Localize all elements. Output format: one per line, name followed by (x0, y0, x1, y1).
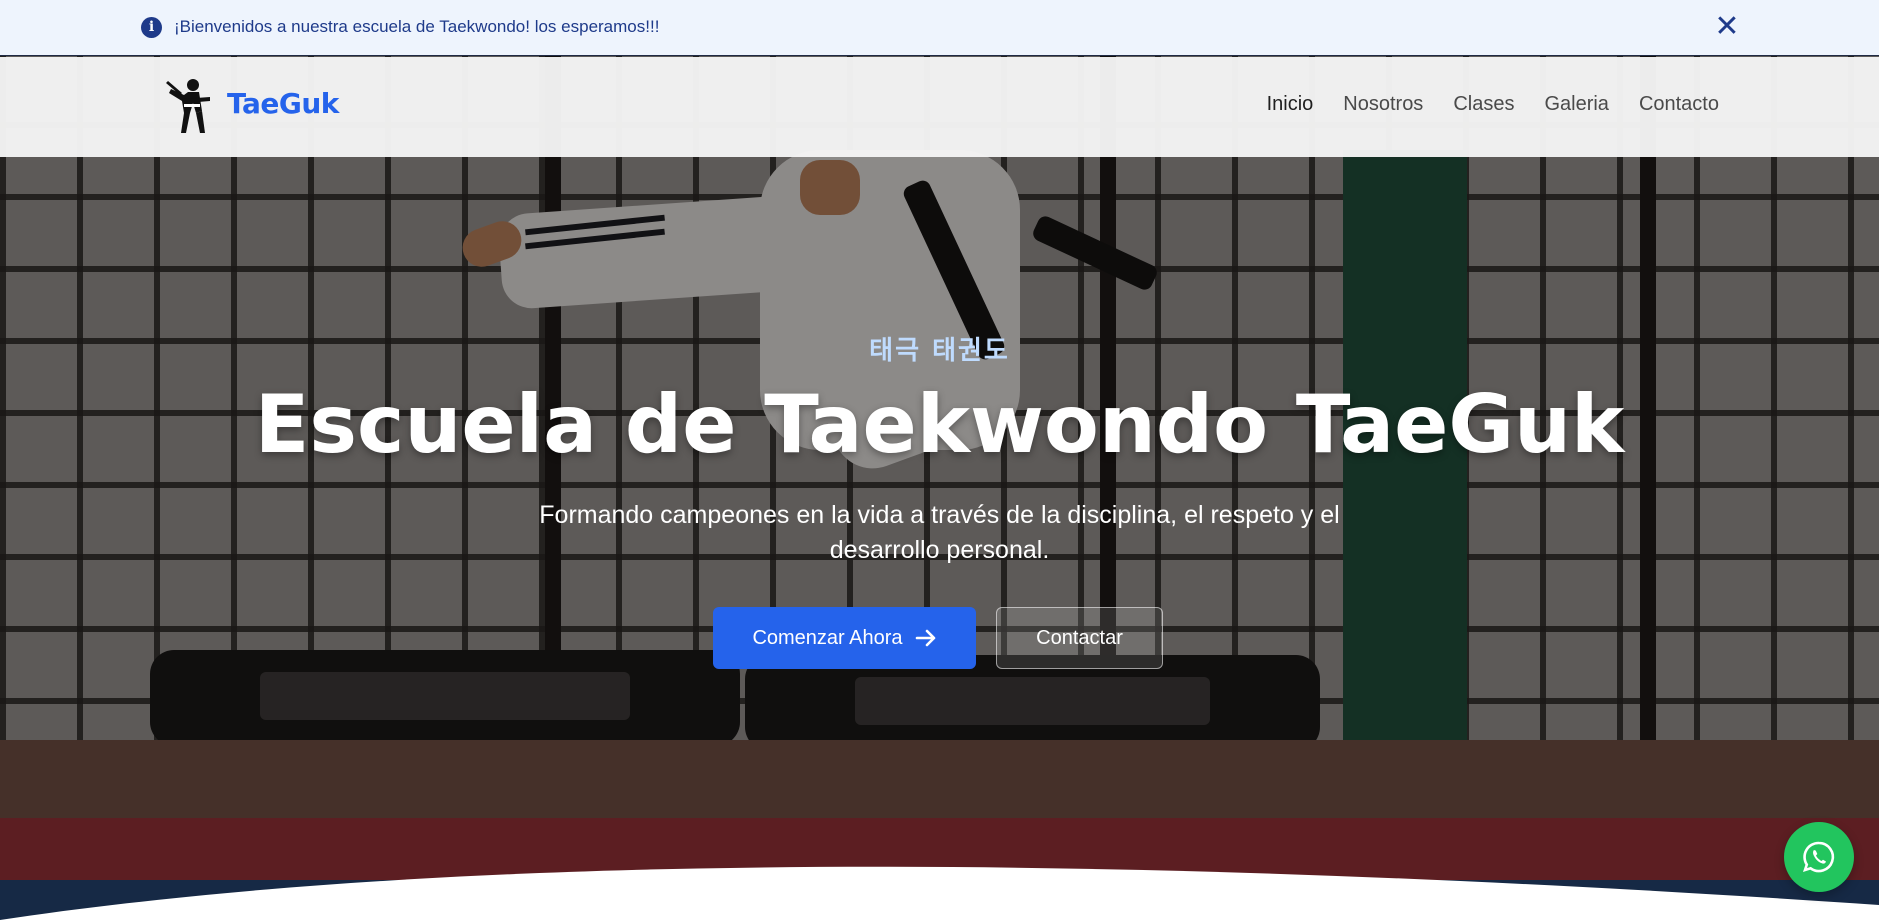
announcement-bar: i ¡Bienvenidos a nuestra escuela de Taek… (0, 0, 1879, 56)
nav-link-galeria[interactable]: Galeria (1544, 93, 1608, 116)
whatsapp-button[interactable] (1784, 822, 1854, 892)
taekwondo-kicker-icon[interactable] (166, 77, 212, 135)
arrow-right-icon (915, 629, 935, 647)
comenzar-ahora-label: Comenzar Ahora (752, 626, 903, 649)
nav-link-contacto[interactable]: Contacto (1639, 93, 1719, 116)
comenzar-ahora-button[interactable]: Comenzar Ahora (713, 607, 976, 669)
nav-link-clases[interactable]: Clases (1453, 93, 1514, 116)
contactar-label: Contactar (1036, 626, 1123, 649)
hero-title: Escuela de Taekwondo TaeGuk (254, 378, 1625, 471)
announcement-message: ¡Bienvenidos a nuestra escuela de Taekwo… (174, 17, 660, 36)
whatsapp-icon (1802, 841, 1835, 873)
close-icon[interactable]: ✕ (1714, 10, 1740, 44)
hero-korean-title: 태극 태권도 (869, 336, 1010, 366)
hero-subtitle: Formando campeones en la vida a través d… (539, 501, 1340, 564)
brand-name[interactable]: TaeGuk (227, 87, 339, 120)
contactar-button[interactable]: Contactar (996, 607, 1163, 669)
nav-link-nosotros[interactable]: Nosotros (1343, 93, 1423, 116)
nav-link-inicio[interactable]: Inicio (1267, 93, 1314, 116)
info-icon: i (141, 17, 162, 38)
page: i ¡Bienvenidos a nuestra escuela de Taek… (0, 0, 1879, 920)
nav-links: Inicio Nosotros Clases Galeria Contacto (1267, 93, 1719, 116)
main-navbar: TaeGuk Inicio Nosotros Clases Galeria Co… (0, 57, 1879, 157)
